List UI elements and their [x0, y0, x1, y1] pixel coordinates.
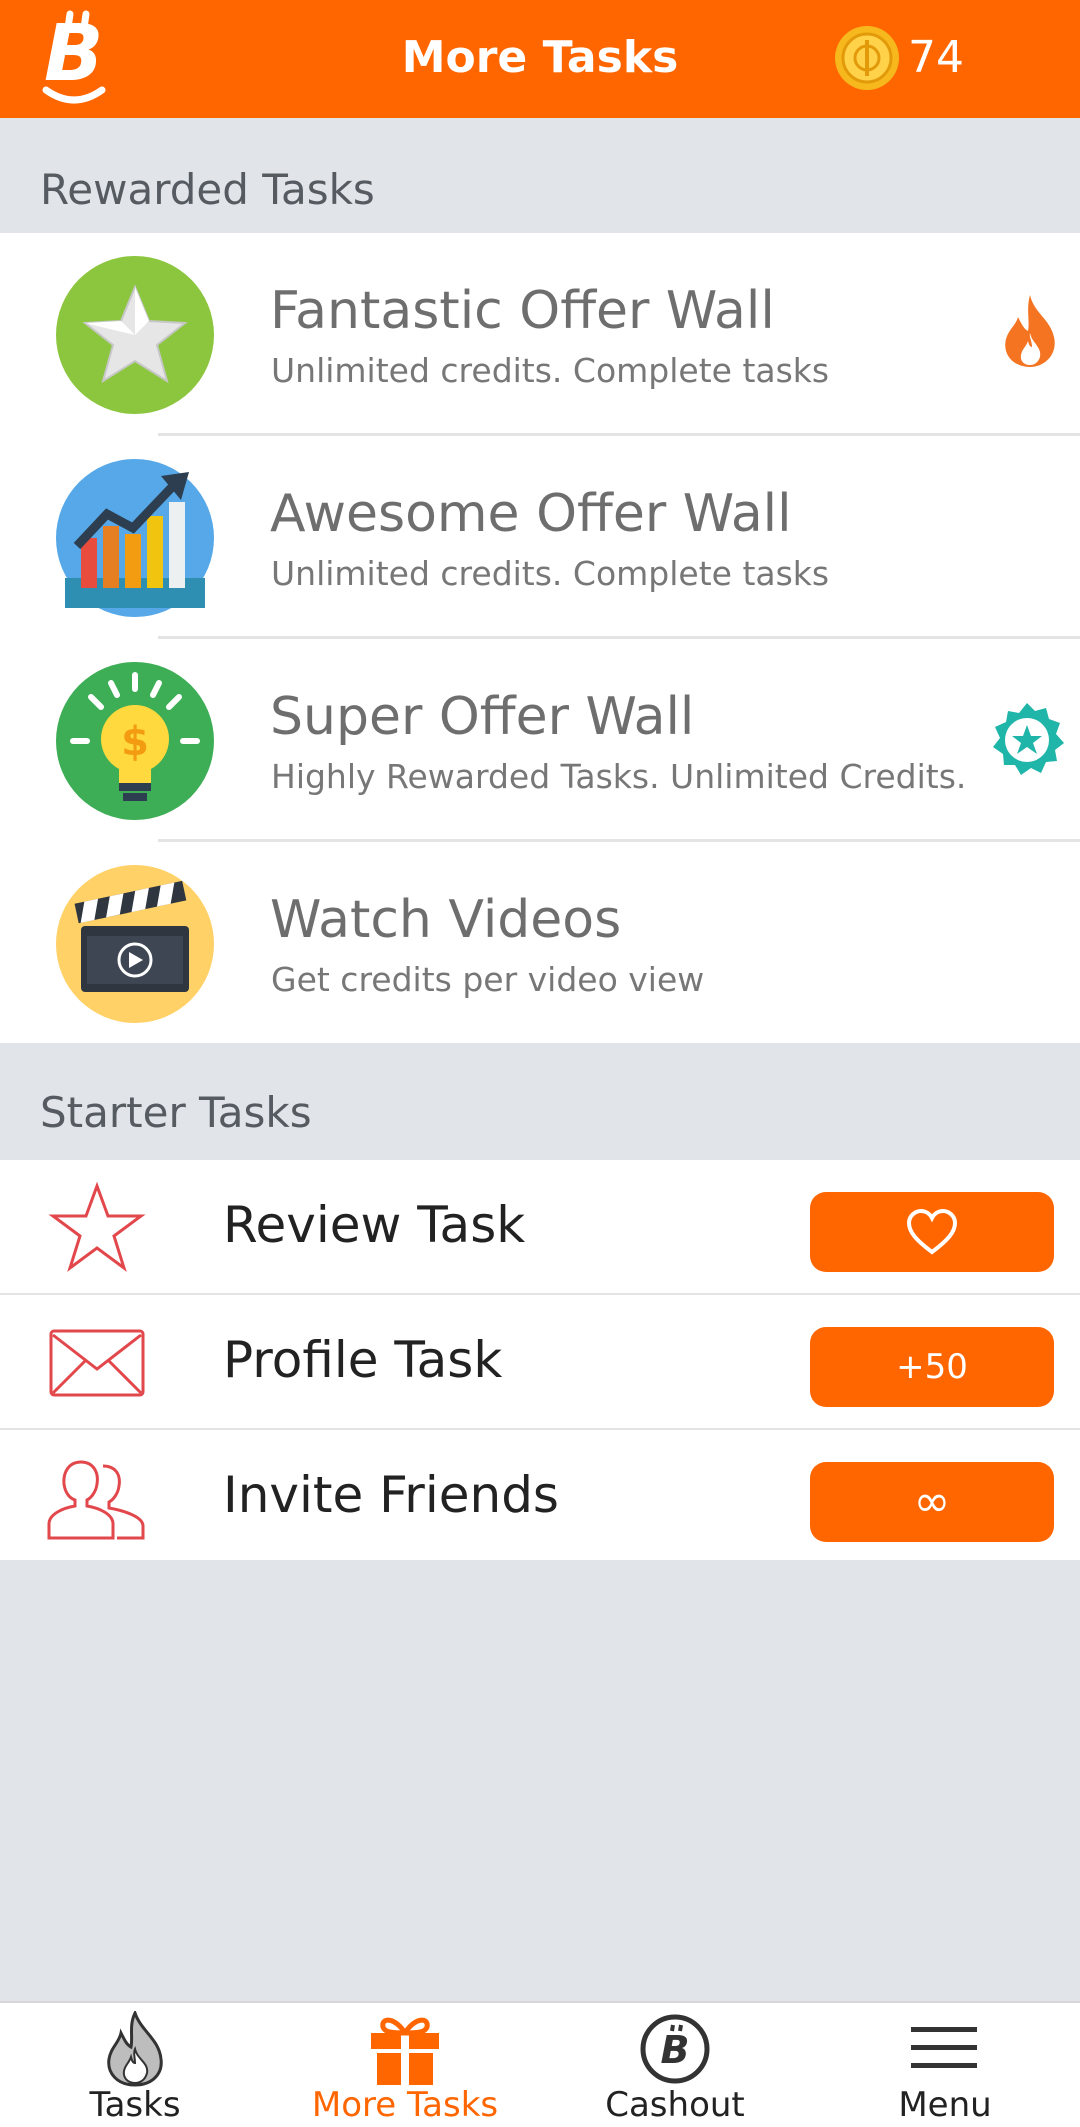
- app-header: B More Tasks 74: [0, 0, 1080, 118]
- star-icon: [56, 256, 214, 414]
- gift-icon: [371, 2017, 439, 2085]
- offer-desc: Get credits per video view: [271, 960, 705, 999]
- coin-count: 74: [908, 32, 964, 83]
- bottom-navigation: Tasks More Tasks B Cashout Menu: [0, 2001, 1080, 2127]
- envelope-icon: [49, 1329, 145, 1397]
- offer-desc: Unlimited credits. Complete tasks: [271, 554, 830, 593]
- fire-icon: [1005, 295, 1055, 367]
- task-row-review[interactable]: Review Task: [0, 1160, 1080, 1292]
- section-heading-rewarded: Rewarded Tasks: [40, 165, 375, 214]
- fire-icon: [107, 2011, 163, 2087]
- svg-text:B: B: [661, 2028, 690, 2072]
- nav-label: Tasks: [89, 2085, 181, 2125]
- nav-more-tasks[interactable]: More Tasks: [270, 2003, 540, 2127]
- section-heading-starter: Starter Tasks: [40, 1088, 312, 1137]
- starter-tasks-list: Review Task Profile Task +50 Invite Frie…: [0, 1160, 1080, 1560]
- offer-row-fantastic[interactable]: Fantastic Offer Wall Unlimited credits. …: [0, 233, 1080, 436]
- clapperboard-icon: [56, 865, 214, 1023]
- offer-name: Awesome Offer Wall: [270, 484, 792, 544]
- review-task-button[interactable]: [810, 1192, 1054, 1272]
- offer-desc: Unlimited credits. Complete tasks: [271, 351, 830, 390]
- nav-label: More Tasks: [311, 2085, 499, 2125]
- task-row-invite[interactable]: Invite Friends ∞: [0, 1430, 1080, 1562]
- offer-name: Super Offer Wall: [270, 687, 695, 747]
- hamburger-icon: [911, 2027, 977, 2068]
- nav-label: Menu: [898, 2085, 992, 2125]
- offer-name: Fantastic Offer Wall: [270, 281, 775, 341]
- offer-name: Watch Videos: [270, 890, 622, 950]
- nav-label: Cashout: [605, 2085, 745, 2125]
- offer-row-awesome[interactable]: Awesome Offer Wall Unlimited credits. Co…: [0, 436, 1080, 639]
- coin-icon: [835, 26, 899, 90]
- heart-icon: [906, 1208, 958, 1255]
- star-badge-icon: [993, 703, 1064, 775]
- nav-cashout[interactable]: B Cashout: [540, 2003, 810, 2127]
- lightbulb-icon: $: [56, 662, 214, 820]
- star-outline-icon: [48, 1182, 146, 1272]
- offer-row-videos[interactable]: Watch Videos Get credits per video view: [0, 842, 1080, 1045]
- nav-tasks[interactable]: Tasks: [0, 2003, 270, 2127]
- offer-row-super[interactable]: $ Super Offer Wall Highly Rewarded Tasks…: [0, 639, 1080, 842]
- invite-friends-button[interactable]: ∞: [810, 1462, 1054, 1542]
- task-name: Review Task: [223, 1196, 526, 1254]
- profile-task-button[interactable]: +50: [810, 1327, 1054, 1407]
- svg-text:$: $: [121, 719, 149, 765]
- rewarded-tasks-list: Fantastic Offer Wall Unlimited credits. …: [0, 233, 1080, 1043]
- task-row-profile[interactable]: Profile Task +50: [0, 1295, 1080, 1427]
- chart-icon: [56, 459, 214, 617]
- offer-desc: Highly Rewarded Tasks. Unlimited Credits…: [271, 757, 967, 796]
- task-name: Invite Friends: [223, 1466, 559, 1524]
- task-name: Profile Task: [223, 1331, 503, 1389]
- nav-menu[interactable]: Menu: [810, 2003, 1080, 2127]
- bitcoin-icon: B: [640, 2014, 710, 2084]
- users-icon: [47, 1460, 145, 1540]
